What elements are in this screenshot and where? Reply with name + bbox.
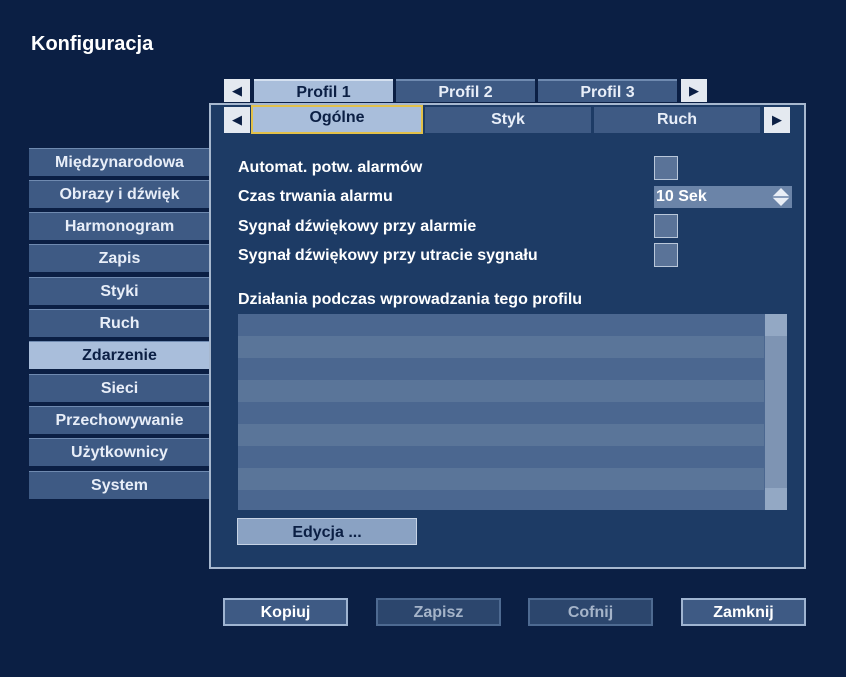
sidebar-item-sieci[interactable]: Sieci — [29, 374, 210, 402]
list-item[interactable] — [238, 314, 764, 336]
profile-tabs-next-icon[interactable]: ▶ — [681, 79, 707, 102]
sidebar-item-system[interactable]: System — [29, 471, 210, 499]
tab-styk[interactable]: Styk — [425, 107, 591, 133]
tab-ruch[interactable]: Ruch — [594, 107, 760, 133]
signal-loss-beep-label: Sygnał dźwiękowy przy utracie sygnału — [238, 247, 538, 264]
sidebar-item-zdarzenie[interactable]: Zdarzenie — [29, 341, 210, 369]
close-button[interactable]: Zamknij — [681, 598, 806, 626]
save-button[interactable]: Zapisz — [376, 598, 501, 626]
copy-button[interactable]: Kopiuj — [223, 598, 348, 626]
alarm-duration-label: Czas trwania alarmu — [238, 188, 393, 205]
sidebar-item-ruch[interactable]: Ruch — [29, 309, 210, 337]
sidebar-item-uzytkownicy[interactable]: Użytkownicy — [29, 438, 210, 466]
list-item[interactable] — [238, 358, 764, 380]
list-item[interactable] — [238, 424, 764, 446]
scroll-down-button[interactable] — [765, 488, 787, 510]
up-down-diamond-icon[interactable] — [772, 188, 790, 206]
alarm-duration-value: 10 Sek — [656, 188, 707, 205]
list-item[interactable] — [238, 336, 764, 358]
tab-profil-1[interactable]: Profil 1 — [254, 79, 393, 102]
tab-profil-3[interactable]: Profil 3 — [538, 79, 677, 102]
actions-list[interactable] — [238, 314, 787, 510]
tab-ogolne[interactable]: Ogólne — [251, 105, 423, 134]
sub-tabs-next-icon[interactable]: ▶ — [764, 107, 790, 133]
auto-confirm-label: Automat. potw. alarmów — [238, 159, 423, 176]
alarm-beep-checkbox[interactable] — [654, 214, 678, 238]
undo-button[interactable]: Cofnij — [528, 598, 653, 626]
alarm-beep-label: Sygnał dźwiękowy przy alarmie — [238, 218, 477, 235]
profile-tabs-prev-icon[interactable]: ◀ — [224, 79, 250, 102]
auto-confirm-checkbox[interactable] — [654, 156, 678, 180]
sidebar-item-zapis[interactable]: Zapis — [29, 244, 210, 272]
scroll-up-button[interactable] — [765, 314, 787, 336]
sidebar-item-styki[interactable]: Styki — [29, 277, 210, 305]
sub-tabs-prev-icon[interactable]: ◀ — [224, 107, 250, 133]
list-item[interactable] — [238, 468, 764, 490]
page-title: Konfiguracja — [31, 33, 154, 55]
edit-button[interactable]: Edycja ... — [237, 518, 417, 545]
list-item[interactable] — [238, 402, 764, 424]
signal-loss-beep-checkbox[interactable] — [654, 243, 678, 267]
list-item[interactable] — [238, 446, 764, 468]
list-item[interactable] — [238, 490, 764, 510]
list-item[interactable] — [238, 380, 764, 402]
sidebar-item-przechowywanie[interactable]: Przechowywanie — [29, 406, 210, 434]
sidebar-item-miedzynarodowa[interactable]: Międzynarodowa — [29, 148, 210, 176]
sidebar-item-obrazy-i-dzwiek[interactable]: Obrazy i dźwięk — [29, 180, 210, 208]
alarm-duration-select[interactable]: 10 Sek — [654, 186, 792, 208]
sidebar-item-harmonogram[interactable]: Harmonogram — [29, 212, 210, 240]
list-scrollbar[interactable] — [765, 314, 787, 510]
tab-profil-2[interactable]: Profil 2 — [396, 79, 535, 102]
actions-section-label: Działania podczas wprowadzania tego prof… — [238, 291, 583, 308]
